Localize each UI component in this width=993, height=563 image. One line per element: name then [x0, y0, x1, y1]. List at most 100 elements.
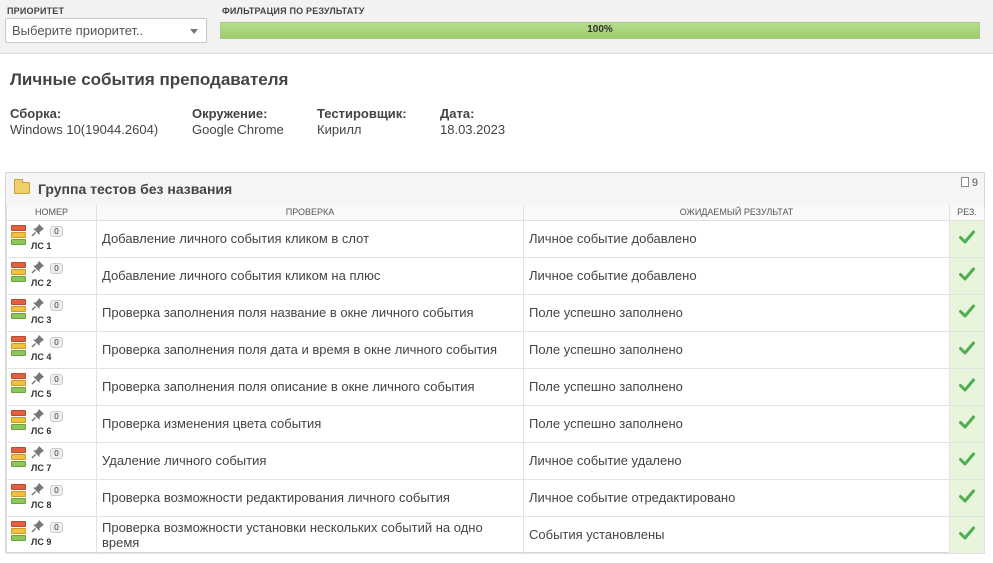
priority-high-flag-icon	[11, 409, 26, 416]
priority-high-flag-icon	[11, 298, 26, 305]
page-title: Личные события преподавателя	[10, 70, 289, 89]
meta-build: Сборка: Windows 10(19044.2604)	[10, 106, 158, 137]
priority-medium-flag-icon	[11, 305, 26, 312]
expected-result-cell: Личное событие удалено	[523, 441, 950, 480]
table-row[interactable]: 0 ЛС 3 Проверка заполнения поля название…	[6, 293, 985, 332]
table-row[interactable]: 0 ЛС 1 Добавление личного события кликом…	[6, 219, 985, 258]
test-group-title: Группа тестов без названия	[38, 181, 233, 197]
priority-low-flag-icon	[11, 460, 26, 467]
pin-icon[interactable]	[31, 260, 45, 274]
priority-flags[interactable]	[11, 446, 26, 468]
priority-high-flag-icon	[11, 335, 26, 342]
comment-count-badge[interactable]: 0	[50, 410, 63, 422]
result-filter-progress[interactable]: 100%	[220, 22, 980, 39]
check-cell: Удаление личного события	[96, 441, 524, 480]
check-cell: Проверка возможности редактирования личн…	[96, 478, 524, 517]
environment-value: Google Chrome	[192, 122, 284, 137]
date-value: 18.03.2023	[440, 122, 506, 137]
check-icon	[959, 341, 975, 355]
result-cell[interactable]	[949, 256, 985, 295]
table-row[interactable]: 0 ЛС 4 Проверка заполнения поля дата и в…	[6, 330, 985, 369]
priority-flags[interactable]	[11, 261, 26, 283]
priority-flags[interactable]	[11, 298, 26, 320]
check-icon	[959, 452, 975, 466]
priority-medium-flag-icon	[11, 379, 26, 386]
result-cell[interactable]	[949, 515, 985, 554]
result-cell[interactable]	[949, 478, 985, 517]
column-header-expected: ОЖИДАЕМЫЙ РЕЗУЛЬТАТ	[523, 205, 950, 221]
result-cell[interactable]	[949, 404, 985, 443]
chevron-down-icon	[190, 29, 198, 34]
comment-count-badge[interactable]: 0	[50, 262, 63, 274]
pin-icon[interactable]	[31, 482, 45, 496]
priority-flags[interactable]	[11, 335, 26, 357]
comment-count-badge[interactable]: 0	[50, 521, 63, 533]
test-id: ЛС 9	[31, 536, 52, 547]
expected-result-cell: Поле успешно заполнено	[523, 404, 950, 443]
priority-label: ПРИОРИТЕТ	[7, 6, 65, 16]
test-id: ЛС 8	[31, 499, 52, 510]
table-row[interactable]: 0 ЛС 7 Удаление личного события Личное с…	[6, 441, 985, 480]
table-row[interactable]: 0 ЛС 6 Проверка изменения цвета события …	[6, 404, 985, 443]
comment-count-badge[interactable]: 0	[50, 336, 63, 348]
pin-icon[interactable]	[31, 334, 45, 348]
test-number-cell: 0 ЛС 9	[6, 515, 97, 554]
progress-text: 100%	[587, 24, 613, 35]
check-icon	[959, 378, 975, 392]
pin-icon[interactable]	[31, 408, 45, 422]
pin-icon[interactable]	[31, 519, 45, 533]
expected-result-cell: События установлены	[523, 515, 950, 554]
priority-medium-flag-icon	[11, 453, 26, 460]
result-cell[interactable]	[949, 293, 985, 332]
expected-result-cell: Личное событие отредактировано	[523, 478, 950, 517]
comment-count-badge[interactable]: 0	[50, 299, 63, 311]
tester-value: Кирилл	[317, 122, 362, 137]
priority-flags[interactable]	[11, 409, 26, 431]
priority-medium-flag-icon	[11, 231, 26, 238]
test-id: ЛС 3	[31, 314, 52, 325]
priority-medium-flag-icon	[11, 342, 26, 349]
priority-flags[interactable]	[11, 483, 26, 505]
table-row[interactable]: 0 ЛС 2 Добавление личного события кликом…	[6, 256, 985, 295]
test-id: ЛС 7	[31, 462, 52, 473]
priority-flags[interactable]	[11, 372, 26, 394]
date-label: Дата:	[440, 106, 475, 121]
test-number-cell: 0 ЛС 2	[6, 256, 97, 295]
comment-count-badge[interactable]: 0	[50, 447, 63, 459]
pin-icon[interactable]	[31, 445, 45, 459]
expected-result-cell: Поле успешно заполнено	[523, 330, 950, 369]
table-row[interactable]: 0 ЛС 9 Проверка возможности установки не…	[6, 515, 985, 554]
pin-icon[interactable]	[31, 223, 45, 237]
test-group-header[interactable]: Группа тестов без названия 9	[6, 173, 984, 205]
column-header-check: ПРОВЕРКА	[96, 205, 524, 221]
column-header-number: НОМЕР	[6, 205, 97, 221]
table-row[interactable]: 0 ЛС 8 Проверка возможности редактирован…	[6, 478, 985, 517]
result-cell[interactable]	[949, 367, 985, 406]
pin-icon[interactable]	[31, 297, 45, 311]
check-icon	[959, 304, 975, 318]
test-id: ЛС 6	[31, 425, 52, 436]
priority-medium-flag-icon	[11, 268, 26, 275]
tester-label: Тестировщик:	[317, 106, 407, 121]
priority-flags[interactable]	[11, 520, 26, 542]
comment-count-badge[interactable]: 0	[50, 373, 63, 385]
priority-high-flag-icon	[11, 224, 26, 231]
comment-count-badge[interactable]: 0	[50, 225, 63, 237]
environment-label: Окружение:	[192, 106, 268, 121]
build-label: Сборка:	[10, 106, 62, 121]
meta-environment: Окружение: Google Chrome	[192, 106, 284, 137]
priority-low-flag-icon	[11, 349, 26, 356]
meta-tester: Тестировщик: Кирилл	[317, 106, 407, 137]
priority-medium-flag-icon	[11, 527, 26, 534]
priority-high-flag-icon	[11, 372, 26, 379]
result-cell[interactable]	[949, 219, 985, 258]
priority-flags[interactable]	[11, 224, 26, 246]
priority-select[interactable]: Выберите приоритет..	[5, 18, 207, 43]
pin-icon[interactable]	[31, 371, 45, 385]
result-cell[interactable]	[949, 330, 985, 369]
expected-result-cell: Личное событие добавлено	[523, 256, 950, 295]
result-cell[interactable]	[949, 441, 985, 480]
table-row[interactable]: 0 ЛС 5 Проверка заполнения поля описание…	[6, 367, 985, 406]
comment-count-badge[interactable]: 0	[50, 484, 63, 496]
priority-low-flag-icon	[11, 534, 26, 541]
